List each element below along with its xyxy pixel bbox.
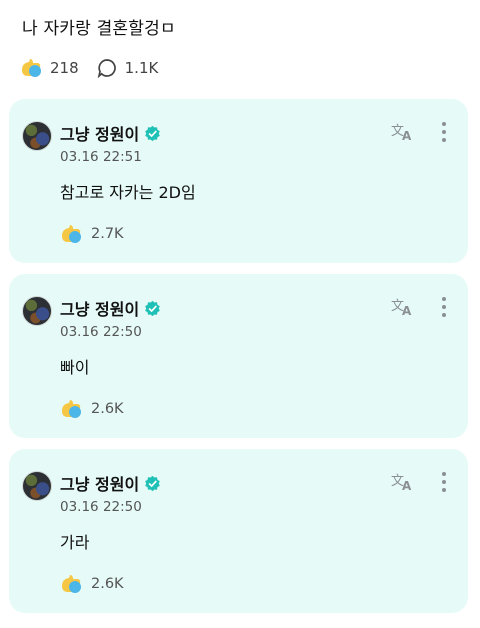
more-vertical-icon[interactable]	[441, 472, 447, 492]
post-comment-count: 1.1K	[124, 59, 159, 77]
avatar[interactable]	[22, 296, 52, 326]
timestamp: 03.16 22:50	[60, 324, 142, 340]
translate-icon[interactable]: 文 A	[390, 470, 416, 492]
avatar[interactable]	[22, 121, 52, 151]
author-label: 그냥 정원이	[60, 475, 140, 494]
thumbs-up-reaction-icon	[22, 59, 41, 77]
timestamp: 03.16 22:51	[60, 149, 142, 165]
reply-like-count: 2.7K	[91, 226, 124, 242]
reply-like-count: 2.6K	[91, 401, 124, 417]
post-title: 나 자카랑 결혼할겅ㅁ	[22, 19, 176, 39]
post-like-button[interactable]: 218	[20, 58, 79, 78]
author-label: 그냥 정원이	[60, 300, 140, 319]
author-name[interactable]: 그냥 정원이	[60, 121, 161, 145]
timestamp: 03.16 22:50	[60, 499, 142, 515]
svg-text:A: A	[402, 479, 412, 492]
verified-badge-icon	[145, 300, 160, 316]
reply-text: 참고로 자카는 2D임	[60, 183, 196, 202]
reply-like-count: 2.6K	[91, 576, 124, 592]
translate-icon[interactable]: 文 A	[390, 120, 416, 142]
reply-like-button[interactable]: 2.6K	[60, 399, 124, 419]
translate-icon[interactable]: 文 A	[390, 295, 416, 317]
speech-bubble-icon	[97, 59, 116, 78]
more-vertical-icon[interactable]	[441, 297, 447, 317]
verified-badge-icon	[145, 125, 160, 141]
reply-card[interactable]: 그냥 정원이 03.16 22:50 가라 2.6K 文 A	[9, 449, 468, 613]
post-like-count: 218	[50, 59, 79, 77]
reply-like-button[interactable]: 2.7K	[60, 224, 124, 244]
reply-text: 가라	[60, 533, 90, 552]
reply-like-button[interactable]: 2.6K	[60, 574, 124, 594]
author-name[interactable]: 그냥 정원이	[60, 471, 161, 495]
reply-text: 빠이	[60, 358, 90, 377]
post-comment-button[interactable]: 1.1K	[97, 58, 159, 78]
reply-card[interactable]: 그냥 정원이 03.16 22:51 참고로 자카는 2D임 2.7K 文 A	[9, 99, 468, 263]
reply-card[interactable]: 그냥 정원이 03.16 22:50 빠이 2.6K 文 A	[9, 274, 468, 438]
author-name[interactable]: 그냥 정원이	[60, 296, 161, 320]
svg-text:A: A	[402, 304, 412, 317]
thumbs-up-reaction-icon	[62, 225, 81, 243]
more-vertical-icon[interactable]	[441, 122, 447, 142]
svg-text:A: A	[402, 129, 412, 142]
post-stats: 218 1.1K	[20, 58, 176, 78]
verified-badge-icon	[145, 475, 160, 491]
author-label: 그냥 정원이	[60, 125, 140, 144]
thumbs-up-reaction-icon	[62, 575, 81, 593]
thumbs-up-reaction-icon	[62, 400, 81, 418]
avatar[interactable]	[22, 471, 52, 501]
